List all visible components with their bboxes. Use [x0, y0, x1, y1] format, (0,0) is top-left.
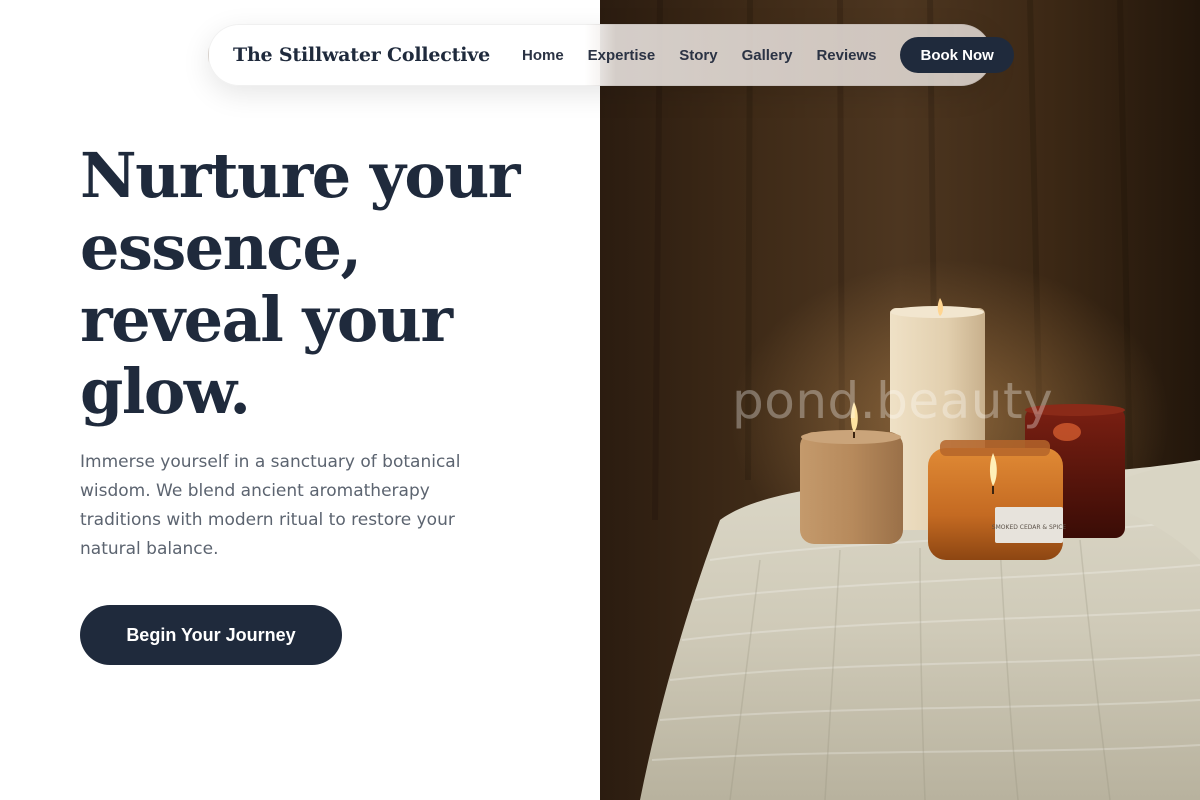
- nav-link-story[interactable]: Story: [679, 47, 717, 64]
- nav-link-gallery[interactable]: Gallery: [742, 47, 793, 64]
- jar-label-text: SMOKED CEDAR & SPICE: [992, 524, 1067, 531]
- brand-logo[interactable]: The Stillwater Collective: [233, 44, 490, 66]
- watermark: pond.beauty: [732, 372, 1054, 430]
- hero-headline: Nurture your essence, reveal your glow.: [80, 139, 520, 428]
- hero-image: SMOKED CEDAR & SPICE pond.beauty: [600, 0, 1200, 800]
- begin-journey-button[interactable]: Begin Your Journey: [80, 605, 342, 665]
- top-navigation: The Stillwater Collective Home Expertise…: [208, 24, 1014, 86]
- nav-link-expertise[interactable]: Expertise: [588, 47, 656, 64]
- book-now-button[interactable]: Book Now: [900, 37, 1014, 73]
- hero-description: Immerse yourself in a sanctuary of botan…: [80, 452, 461, 559]
- nav-links: Home Expertise Story Gallery Reviews: [522, 47, 877, 64]
- nav-link-reviews[interactable]: Reviews: [816, 47, 876, 64]
- nav-link-home[interactable]: Home: [522, 47, 564, 64]
